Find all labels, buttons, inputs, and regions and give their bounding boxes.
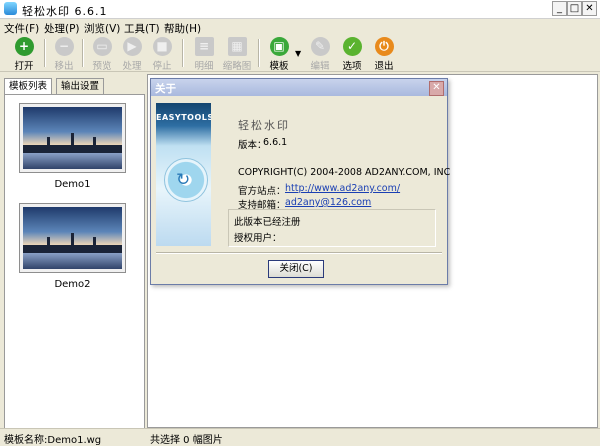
window-title: 轻松水印 6.6.1 — [22, 5, 108, 18]
template-button[interactable]: ▣ 模板 — [261, 36, 297, 72]
stop-icon: ■ — [152, 37, 172, 56]
dialog-title-bar: 关于 ✕ — [151, 79, 447, 96]
email-link[interactable]: ad2any@126.com — [285, 197, 371, 208]
details-button[interactable]: ≡ 明细 — [186, 36, 222, 72]
menu-help[interactable]: 帮助(H) — [164, 21, 201, 36]
preview-icon: ▭ — [92, 37, 112, 56]
template-list: Demo1 Demo2 — [4, 94, 145, 430]
template-preview-image — [23, 207, 122, 269]
registration-box: 此版本已经注册 授权用户： — [228, 209, 436, 247]
pencil-icon: ✎ — [310, 37, 330, 56]
template-name: Demo1 — [54, 179, 91, 190]
tab-output-settings[interactable]: 输出设置 — [56, 78, 105, 94]
remove-button[interactable]: − 移出 — [46, 36, 82, 72]
product-name: 轻松水印 — [238, 119, 290, 132]
minimize-button[interactable]: _ — [552, 1, 567, 16]
toolbar: + 打开 − 移出 ▭ 预览 ▶ 处理 ■ 停止 ≡ 明细 ▦ 缩略图 ▣ 模板… — [0, 35, 600, 72]
open-button[interactable]: + 打开 — [6, 36, 42, 72]
tab-template-list[interactable]: 模板列表 — [4, 78, 53, 94]
minus-icon: − — [54, 37, 74, 56]
plus-icon: + — [14, 37, 34, 56]
refresh-arrow-icon: ↻ — [176, 170, 191, 190]
menu-bar: 文件(F) 处理(P) 浏览(V) 工具(T) 帮助(H) — [0, 19, 600, 35]
stop-button[interactable]: ■ 停止 — [144, 36, 180, 72]
close-button[interactable]: 关闭(C) — [268, 260, 324, 278]
template-name: Demo2 — [54, 279, 91, 290]
thumbnail-icon: ▦ — [227, 37, 247, 56]
about-dialog: 关于 ✕ EASYTOOLS ↻ 轻松水印 版本： 6.6.1 COPYRIGH… — [150, 78, 451, 285]
licensed-user-label: 授权用户： — [234, 233, 282, 244]
menu-view[interactable]: 浏览(V) — [84, 21, 120, 36]
copyright-text: COPYRIGHT(C) 2004-2008 AD2ANY.COM, INC — [238, 167, 451, 178]
details-icon: ≡ — [194, 37, 214, 56]
template-thumbnail[interactable] — [19, 103, 126, 173]
product-banner: EASYTOOLS ↻ — [156, 103, 211, 246]
template-thumbnail[interactable] — [19, 203, 126, 273]
exit-icon: ⏻ — [374, 37, 394, 56]
title-bar: 轻松水印 6.6.1 _ □ ✕ — [0, 0, 600, 19]
wrench-icon: ✓ — [342, 37, 362, 56]
close-window-button[interactable]: ✕ — [582, 1, 597, 16]
version-value: 6.6.1 — [263, 137, 288, 148]
maximize-button[interactable]: □ — [567, 1, 582, 16]
template-preview-image — [23, 107, 122, 169]
template-icon: ▣ — [269, 37, 289, 56]
brand-logo: EASYTOOLS — [156, 113, 211, 122]
menu-process[interactable]: 处理(P) — [44, 21, 80, 36]
website-label: 官方站点： — [238, 186, 286, 197]
exit-button[interactable]: ⏻ 退出 — [366, 36, 402, 72]
edit-button[interactable]: ✎ 编辑 — [302, 36, 338, 72]
status-bar: 模板名称:Demo1.wg 共选择 0 幅图片 — [0, 428, 600, 446]
menu-file[interactable]: 文件(F) — [4, 21, 39, 36]
dialog-close-icon[interactable]: ✕ — [429, 81, 444, 96]
template-dropdown-arrow[interactable]: ▼ — [295, 49, 301, 58]
options-button[interactable]: ✓ 选项 — [334, 36, 370, 72]
template-panel: 模板列表 输出设置 Demo1 Demo2 — [2, 74, 145, 430]
app-icon — [4, 2, 17, 15]
play-icon: ▶ — [122, 37, 142, 56]
registered-text: 此版本已经注册 — [234, 217, 301, 228]
menu-tools[interactable]: 工具(T) — [124, 21, 160, 36]
website-link[interactable]: http://www.ad2any.com/ — [285, 183, 400, 194]
thumbnail-button[interactable]: ▦ 缩略图 — [219, 36, 255, 72]
